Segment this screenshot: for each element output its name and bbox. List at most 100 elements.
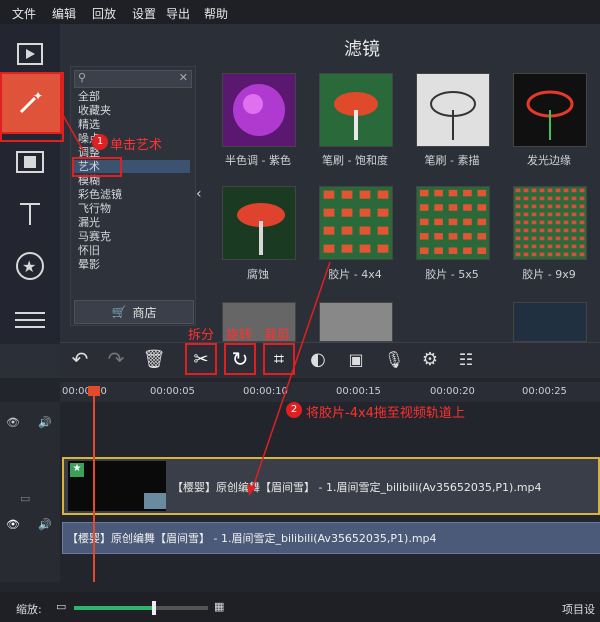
ruler-tick: 00:00:10 xyxy=(243,386,288,397)
filter-label: 半色调 - 紫色 xyxy=(225,154,291,167)
filter-thumb-partial[interactable] xyxy=(319,302,393,342)
microphone-icon: 🎙 xyxy=(383,349,405,369)
video-clip-title: 【樱婴】原创编舞【眉间雪】 - 1.眉间雪定_bilibili(Av356520… xyxy=(172,481,542,494)
video-track-icon: ▭ xyxy=(20,492,31,505)
trash-icon: 🗑 xyxy=(142,348,166,370)
filter-thumb-halftone-purple[interactable] xyxy=(222,73,296,147)
audio-clip[interactable]: 【樱婴】原创编舞【眉间雪】 - 1.眉间雪定_bilibili(Av356520… xyxy=(62,522,600,554)
category-mosaic[interactable]: 马赛克 xyxy=(78,230,111,243)
step1-text: 单击艺术 xyxy=(110,138,163,153)
speaker-icon[interactable]: 🔊 xyxy=(38,416,52,429)
more-button[interactable] xyxy=(0,294,60,346)
rotate-annotation: 旋转 xyxy=(226,328,253,343)
filter-thumb-film-4x4[interactable] xyxy=(319,186,393,260)
rotate-icon: ↻ xyxy=(231,347,249,371)
search-icon: ⚲ xyxy=(78,71,87,84)
split-button[interactable]: ✂ xyxy=(185,343,217,375)
cart-icon: 🛒 xyxy=(111,305,127,319)
menu-playback[interactable]: 回放 xyxy=(92,5,116,22)
time-ruler[interactable] xyxy=(60,382,600,402)
category-all[interactable]: 全部 xyxy=(78,90,100,103)
category-flying[interactable]: 飞行物 xyxy=(78,202,111,215)
zoom-slider[interactable] xyxy=(74,606,208,610)
highlight-box-filters xyxy=(0,72,64,142)
redo-button[interactable]: ↷ xyxy=(102,345,130,373)
color-adjust-button[interactable]: ◐ xyxy=(304,345,332,373)
filter-thumb-glow-edge[interactable] xyxy=(513,73,587,147)
rotate-button[interactable]: ↻ xyxy=(224,343,256,375)
redo-icon: ↷ xyxy=(107,347,125,371)
menu-edit[interactable]: 编辑 xyxy=(52,5,76,22)
star-icon: ★ xyxy=(70,463,84,477)
eye-icon[interactable]: 👁 xyxy=(6,416,20,429)
filter-label: 胶片 - 5x5 xyxy=(425,268,479,281)
crop-icon: ⌗ xyxy=(273,348,285,370)
zoom-label: 缩放: xyxy=(16,603,42,616)
scissors-icon: ✂ xyxy=(193,348,209,370)
list-icon xyxy=(15,312,45,328)
undo-button[interactable]: ↶ xyxy=(66,345,94,373)
audio-clip-title: 【樱婴】原创编舞【眉间雪】 - 1.眉间雪定_bilibili(Av356520… xyxy=(67,532,437,545)
step1-badge: 1 xyxy=(92,134,108,150)
category-retro[interactable]: 怀旧 xyxy=(78,244,100,257)
playhead[interactable] xyxy=(93,392,95,582)
search-input[interactable]: ⚲ ✕ xyxy=(74,70,192,88)
transitions-button[interactable] xyxy=(0,136,60,188)
clear-icon[interactable]: ✕ xyxy=(179,71,188,84)
record-audio-button[interactable]: 🎙 xyxy=(380,345,408,373)
titles-button[interactable] xyxy=(0,188,60,240)
clip-thumbnail: ★ xyxy=(68,461,166,511)
zoom-in-icon[interactable]: ▦ xyxy=(214,600,224,613)
filter-thumb-brush-sketch[interactable] xyxy=(416,73,490,147)
filter-panel-title: 滤镜 xyxy=(344,39,380,60)
image-button[interactable]: ▣ xyxy=(342,345,370,373)
svg-text:★: ★ xyxy=(22,257,36,276)
step2-badge: 2 xyxy=(286,402,302,418)
film-icon xyxy=(17,43,43,65)
category-favorites[interactable]: 收藏夹 xyxy=(78,104,111,117)
highlight-box-art xyxy=(72,157,122,177)
category-light-leak[interactable]: 漏光 xyxy=(78,216,100,229)
settings-button[interactable]: ⚙ xyxy=(416,345,444,373)
crop-button[interactable]: ⌗ xyxy=(263,343,295,375)
zoom-out-icon[interactable]: ▭ xyxy=(56,600,66,613)
collapse-chevron-icon[interactable]: ‹ xyxy=(196,186,210,212)
project-settings-label[interactable]: 项目设 xyxy=(562,601,595,617)
filter-thumb-film-9x9[interactable] xyxy=(513,186,587,260)
zoom-slider-handle[interactable] xyxy=(152,601,157,615)
eye-icon[interactable]: 👁 xyxy=(6,518,20,531)
star-icon: ★ xyxy=(16,252,44,280)
menu-file[interactable]: 文件 xyxy=(12,5,36,22)
undo-icon: ↶ xyxy=(71,347,89,371)
shop-button[interactable]: 🛒 商店 xyxy=(74,300,194,324)
category-featured[interactable]: 精选 xyxy=(78,118,100,131)
ruler-tick: 00:00:00 xyxy=(62,386,107,397)
split-annotation: 拆分 xyxy=(188,328,215,343)
filter-label: 胶片 - 4x4 xyxy=(328,268,382,281)
playhead-handle[interactable] xyxy=(88,386,100,396)
delete-button[interactable]: 🗑 xyxy=(140,345,168,373)
menu-help[interactable]: 帮助 xyxy=(204,5,228,22)
crop-annotation: 裁剪 xyxy=(264,328,291,343)
filter-label: 腐蚀 xyxy=(247,268,269,281)
filter-thumb-film-5x5[interactable] xyxy=(416,186,490,260)
ruler-tick: 00:00:15 xyxy=(336,386,381,397)
contrast-icon: ◐ xyxy=(310,348,326,370)
filter-thumb-erosion[interactable] xyxy=(222,186,296,260)
menu-settings[interactable]: 设置 xyxy=(132,5,156,22)
text-icon xyxy=(20,203,40,225)
filter-thumb-brush-saturation[interactable] xyxy=(319,73,393,147)
speaker-icon[interactable]: 🔊 xyxy=(38,518,52,531)
category-color-filter[interactable]: 彩色滤镜 xyxy=(78,188,122,201)
transition-icon xyxy=(16,151,44,173)
stickers-button[interactable]: ★ xyxy=(0,240,60,292)
equalizer-button[interactable]: ☷ xyxy=(452,345,480,373)
filter-label: 胶片 - 9x9 xyxy=(522,268,576,281)
filter-label: 笔刷 - 素描 xyxy=(424,154,480,167)
filter-thumb-partial[interactable] xyxy=(513,302,587,342)
menu-export[interactable]: 导出 xyxy=(166,5,190,22)
video-clip[interactable]: ★ 【樱婴】原创编舞【眉间雪】 - 1.眉间雪定_bilibili(Av3565… xyxy=(62,457,600,515)
gear-icon: ⚙ xyxy=(421,348,439,370)
category-vignette[interactable]: 晕影 xyxy=(78,258,100,271)
ruler-tick: 00:00:25 xyxy=(522,386,567,397)
